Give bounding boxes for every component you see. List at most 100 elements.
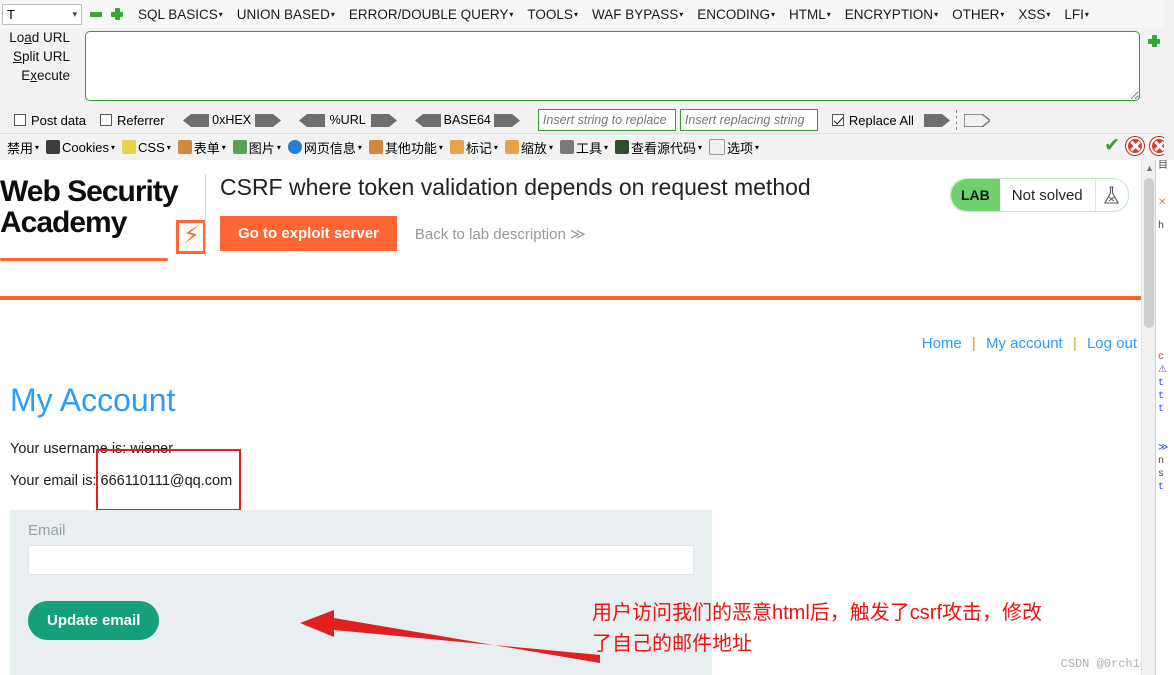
hackbar-profile-select[interactable]: T ▾ <box>2 3 82 25</box>
menu-xss[interactable]: XSS▾ <box>1018 7 1050 22</box>
toolbar-label: CSS <box>138 139 165 155</box>
referrer-checkbox[interactable]: Referrer <box>99 112 165 128</box>
menu-waf-bypass[interactable]: WAF BYPASS▾ <box>592 7 683 22</box>
replace-all-checkbox[interactable]: Replace All <box>831 113 914 128</box>
menu-sql-basics[interactable]: SQL BASICS▾ <box>138 7 223 22</box>
menu-tools[interactable]: TOOLS▾ <box>527 7 578 22</box>
right-strip-line: t <box>1158 482 1165 493</box>
page-title: CSRF where token validation depends on r… <box>220 174 811 200</box>
toolbar-page-info[interactable]: 网页信息 ▾ <box>287 138 362 157</box>
decode-arrow-left-icon[interactable] <box>298 113 325 127</box>
decode-arrow-left-icon[interactable] <box>414 113 441 127</box>
lab-actions: Go to exploit server Back to lab descrip… <box>220 216 586 251</box>
replace-apply-arrow-icon[interactable] <box>923 113 950 127</box>
chevron-down-icon: ▾ <box>1084 10 1089 20</box>
chevron-down-icon: ▾ <box>1046 10 1051 20</box>
email-input[interactable] <box>28 545 694 575</box>
hex-label: 0xHEX <box>212 113 252 127</box>
post-data-checkbox[interactable]: Post data <box>14 113 86 128</box>
scrollbar-thumb[interactable] <box>1144 178 1154 328</box>
toolbar-forms[interactable]: 表单 ▾ <box>177 138 226 157</box>
page-vertical-scrollbar[interactable]: ▲ <box>1141 160 1156 675</box>
menu-label: ENCRYPTION <box>844 6 934 22</box>
nav-log-out-link[interactable]: Log out <box>1087 335 1137 352</box>
toolbar-tools[interactable]: 工具 ▾ <box>559 138 608 157</box>
toolbar-label: 工具 <box>575 140 602 156</box>
toolbar-resize[interactable]: 缩放 ▾ <box>504 138 553 157</box>
chevron-down-icon: ▾ <box>934 10 939 20</box>
execute-button[interactable]: Execute <box>0 66 82 85</box>
nav-my-account-link[interactable]: My account <box>986 335 1063 352</box>
error-icon[interactable] <box>1126 137 1144 155</box>
replace-from-input[interactable] <box>537 109 676 131</box>
toolbar-disable[interactable]: 禁用 ▾ <box>7 138 39 157</box>
tools-icon <box>559 140 574 154</box>
toolbar-divider <box>955 110 958 130</box>
split-url-button[interactable]: Split URL <box>0 47 82 66</box>
url-label: %URL <box>329 113 366 127</box>
chevron-down-icon: ▾ <box>276 142 281 152</box>
menu-label: TOOLS <box>527 6 573 22</box>
lab-tag: LAB <box>951 179 1000 211</box>
update-email-button[interactable]: Update email <box>28 601 160 640</box>
chevron-down-icon: ▾ <box>166 142 171 152</box>
checkbox-box <box>831 114 844 126</box>
menu-label: WAF BYPASS <box>591 6 679 22</box>
chevron-down-icon: ▾ <box>548 142 553 152</box>
chevron-down-icon: ▾ <box>218 10 223 20</box>
replace-revert-arrow-icon[interactable] <box>963 112 992 128</box>
menu-other[interactable]: OTHER▾ <box>952 7 1004 22</box>
url-textarea[interactable] <box>85 31 1140 101</box>
checkbox-box <box>14 114 26 126</box>
chevron-down-icon: ▾ <box>771 10 776 20</box>
toolbar-label: 缩放 <box>520 140 547 156</box>
back-to-lab-description-link[interactable]: Back to lab description ≫ <box>415 225 586 243</box>
menu-encryption[interactable]: ENCRYPTION▾ <box>845 7 938 22</box>
right-strip-line: n <box>1158 456 1165 467</box>
right-strip-line: 目 <box>1158 161 1168 172</box>
plus-icon[interactable] <box>110 7 124 21</box>
toolbar-view-source[interactable]: 查看源代码 ▾ <box>614 138 702 157</box>
encode-arrow-right-icon[interactable] <box>493 113 520 127</box>
minus-icon[interactable] <box>89 7 103 21</box>
annotation-line-2: 了自己的邮件地址 <box>592 633 752 655</box>
menu-lfi[interactable]: LFI▾ <box>1064 7 1089 22</box>
annotation-text: 用户访问我们的恶意html后，触发了csrf攻击，修改 了自己的邮件地址 <box>592 598 1155 660</box>
lab-header: Web Security Academy ⚡ CSRF where token … <box>0 160 1155 300</box>
right-strip-line: ≫ <box>1158 443 1169 454</box>
toolbar-cookies[interactable]: Cookies ▾ <box>46 140 115 155</box>
lab-page: Web Security Academy ⚡ CSRF where token … <box>0 160 1155 675</box>
toolbar-images[interactable]: 图片 ▾ <box>232 138 281 157</box>
chevron-down-icon: ▾ <box>111 142 116 152</box>
zoom-pencil-icon <box>504 140 519 154</box>
menu-error-double-query[interactable]: ERROR/DOUBLE QUERY▾ <box>349 7 514 22</box>
flask-icon[interactable] <box>1096 179 1128 211</box>
right-strip-line: c <box>1158 352 1165 363</box>
toolbar-css[interactable]: CSS ▾ <box>122 140 171 155</box>
encode-arrow-right-icon[interactable] <box>254 113 281 127</box>
encode-arrow-right-icon[interactable] <box>370 113 397 127</box>
header-divider <box>205 174 206 256</box>
go-to-exploit-server-button[interactable]: Go to exploit server <box>220 216 397 251</box>
check-icon[interactable]: ✔ <box>1104 136 1120 155</box>
load-url-button[interactable]: Load URL <box>0 28 82 47</box>
decode-arrow-left-icon[interactable] <box>182 113 209 127</box>
menu-union-based[interactable]: UNION BASED▾ <box>237 7 335 22</box>
nav-home-link[interactable]: Home <box>922 335 962 352</box>
toolbar-outline[interactable]: 标记 ▾ <box>449 138 498 157</box>
email-field-label: Email <box>28 522 66 539</box>
toolbar-misc[interactable]: 其他功能 ▾ <box>368 138 443 157</box>
logo-line-2: Academy <box>0 206 127 239</box>
toolbar-options[interactable]: 选项 ▾ <box>709 138 759 157</box>
source-view-icon <box>614 140 629 154</box>
web-security-academy-logo[interactable]: Web Security Academy ⚡ <box>0 176 206 261</box>
hackbar-scroll-gutter <box>1164 0 1174 160</box>
chevron-down-icon: ▾ <box>330 10 335 20</box>
scroll-up-arrow-icon[interactable]: ▲ <box>1145 163 1154 173</box>
referrer-label: Referrer <box>116 112 165 128</box>
menu-label: HTML <box>789 6 826 22</box>
replace-to-input[interactable] <box>679 109 818 131</box>
right-strip-line: t <box>1158 378 1165 389</box>
menu-html[interactable]: HTML▾ <box>789 7 831 22</box>
menu-encoding[interactable]: ENCODING▾ <box>697 7 775 22</box>
